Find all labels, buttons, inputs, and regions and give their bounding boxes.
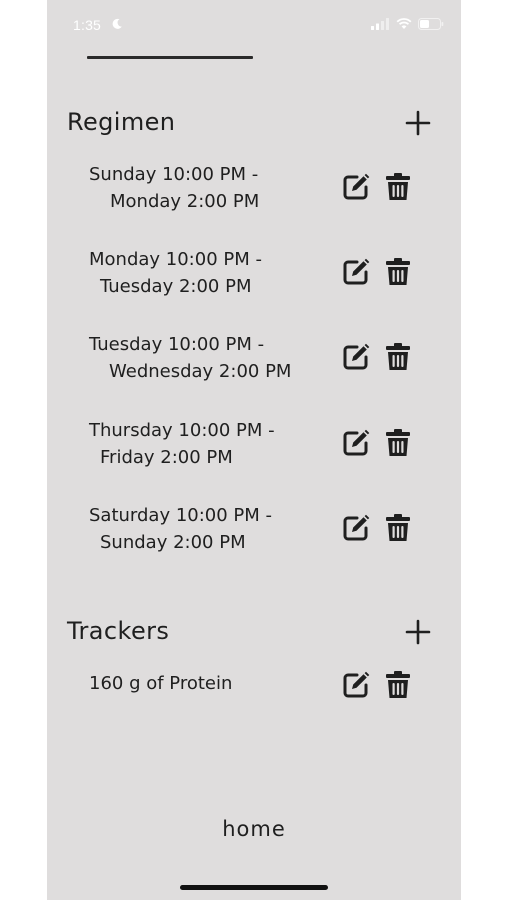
trackers-title: Trackers (67, 617, 170, 645)
regimen-item-start: Thursday 10:00 PM - (89, 420, 275, 441)
regimen-item-start: Saturday 10:00 PM - (89, 505, 273, 526)
regimen-item-start: Sunday 10:00 PM - (89, 164, 259, 185)
delete-regimen-button[interactable] (384, 342, 412, 372)
edit-icon (343, 343, 370, 370)
regimen-item-end: Tuesday 2:00 PM (100, 276, 252, 297)
regimen-item: Sunday 10:00 PM - Monday 2:00 PM (47, 161, 461, 217)
delete-regimen-button[interactable] (384, 513, 412, 543)
regimen-item-end: Wednesday 2:00 PM (109, 361, 292, 382)
regimen-item-time: Thursday 10:00 PM - Friday 2:00 PM (89, 417, 339, 471)
edit-regimen-button[interactable] (341, 342, 371, 372)
trash-icon (386, 429, 410, 456)
trash-icon (386, 671, 410, 698)
cellular-signal-icon (371, 18, 389, 30)
regimen-item-time: Sunday 10:00 PM - Monday 2:00 PM (89, 161, 339, 215)
edit-regimen-button[interactable] (341, 513, 371, 543)
edit-icon (343, 671, 370, 698)
battery-icon (418, 18, 444, 30)
edit-icon (343, 514, 370, 541)
regimen-title: Regimen (67, 108, 176, 136)
edit-regimen-button[interactable] (341, 172, 371, 202)
trash-icon (386, 173, 410, 200)
add-regimen-button[interactable] (403, 108, 433, 138)
delete-regimen-button[interactable] (384, 172, 412, 202)
edit-icon (343, 173, 370, 200)
header-divider (87, 56, 253, 59)
regimen-item-end: Friday 2:00 PM (100, 447, 233, 468)
status-time: 1:35 (73, 17, 102, 33)
regimen-item-end: Monday 2:00 PM (110, 191, 260, 212)
delete-regimen-button[interactable] (384, 257, 412, 287)
moon-icon (112, 18, 122, 29)
edit-icon (343, 258, 370, 285)
plus-icon (405, 619, 431, 645)
regimen-item: Tuesday 10:00 PM - Wednesday 2:00 PM (47, 331, 461, 387)
wifi-icon (396, 18, 412, 29)
plus-icon (405, 110, 431, 136)
tracker-item-label: 160 g of Protein (89, 673, 233, 694)
regimen-item-time: Monday 10:00 PM - Tuesday 2:00 PM (89, 246, 339, 300)
regimen-item-start: Monday 10:00 PM - (89, 249, 262, 270)
edit-icon (343, 429, 370, 456)
delete-tracker-button[interactable] (384, 670, 412, 700)
home-link[interactable]: home (47, 817, 461, 841)
trash-icon (386, 258, 410, 285)
regimen-item: Thursday 10:00 PM - Friday 2:00 PM (47, 417, 461, 473)
regimen-item: Monday 10:00 PM - Tuesday 2:00 PM (47, 246, 461, 302)
app-screen: 1:35 Regimen Sunday 10:00 PM - Monday 2:… (47, 0, 461, 900)
regimen-item-start: Tuesday 10:00 PM - (89, 334, 265, 355)
tracker-item: 160 g of Protein (47, 670, 461, 726)
edit-regimen-button[interactable] (341, 257, 371, 287)
add-tracker-button[interactable] (403, 617, 433, 647)
trash-icon (386, 343, 410, 370)
regimen-item-time: Saturday 10:00 PM - Sunday 2:00 PM (89, 502, 339, 556)
regimen-item-end: Sunday 2:00 PM (100, 532, 246, 553)
edit-regimen-button[interactable] (341, 428, 371, 458)
edit-tracker-button[interactable] (341, 670, 371, 700)
delete-regimen-button[interactable] (384, 428, 412, 458)
trash-icon (386, 514, 410, 541)
home-indicator[interactable] (180, 885, 328, 890)
regimen-item: Saturday 10:00 PM - Sunday 2:00 PM (47, 502, 461, 558)
regimen-item-time: Tuesday 10:00 PM - Wednesday 2:00 PM (89, 331, 339, 385)
